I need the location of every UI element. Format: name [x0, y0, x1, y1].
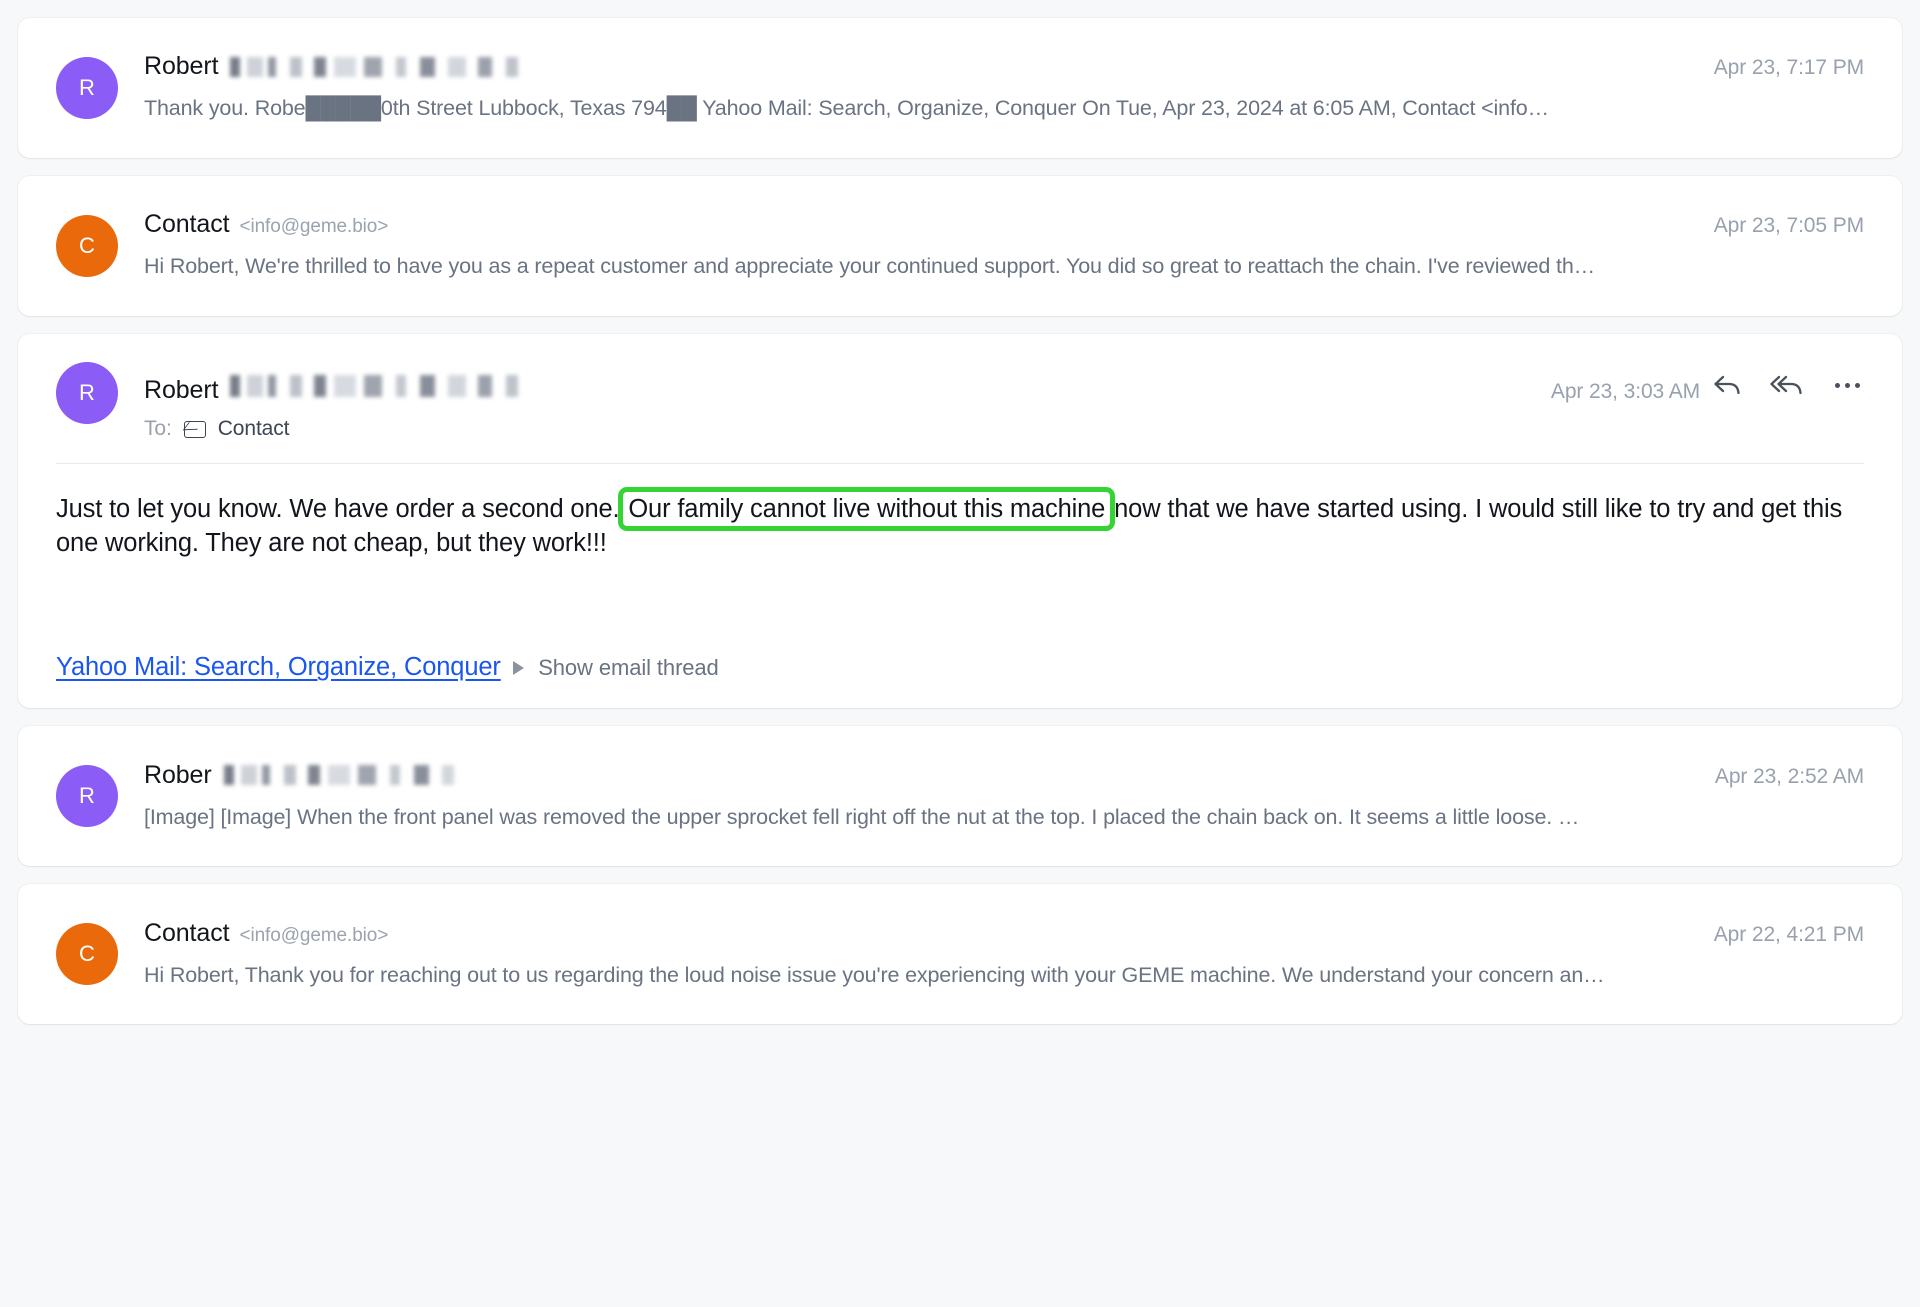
reply-all-icon[interactable]	[1770, 368, 1804, 402]
recipient-name: Contact	[217, 417, 290, 440]
email-message-collapsed[interactable]: R Robert Apr 23, 7:17 PM Thank you. Robe…	[18, 18, 1902, 158]
yahoo-mail-link[interactable]: Yahoo Mail: Search, Organize, Conquer	[56, 653, 501, 682]
highlighted-phrase: Our family cannot live without this mach…	[618, 487, 1116, 531]
sender-name: Contact	[144, 210, 230, 239]
email-message-expanded: R Robert Apr 23, 3:03 AM To: Contact Jus…	[18, 334, 1902, 709]
avatar: R	[56, 362, 118, 424]
envelope-icon	[183, 420, 206, 438]
email-message-collapsed[interactable]: R Rober Apr 23, 2:52 AM [Image] [Image] …	[18, 726, 1902, 867]
recipient-line: To: Contact	[144, 417, 1864, 441]
message-header-row: Robert Apr 23, 7:17 PM	[144, 52, 1864, 81]
show-email-thread-toggle[interactable]: Show email thread	[513, 655, 719, 681]
to-label: To:	[144, 417, 172, 440]
sender-email: <info@geme.bio>	[239, 924, 389, 946]
avatar: R	[56, 57, 118, 119]
sender-name: Robert	[144, 376, 219, 404]
message-body: Just to let you know. We have order a se…	[56, 464, 1864, 560]
expanded-sender-block: Robert Apr 23, 3:03 AM To: Contact	[144, 362, 1864, 441]
message-timestamp: Apr 23, 7:05 PM	[1713, 214, 1864, 238]
more-options-icon[interactable]	[1830, 368, 1864, 402]
reply-icon[interactable]	[1710, 368, 1744, 402]
sender-name: Robert	[144, 52, 219, 81]
message-summary: Rober Apr 23, 2:52 AM [Image] [Image] Wh…	[144, 761, 1864, 832]
sender-name: Rober	[144, 760, 212, 789]
avatar: C	[56, 923, 118, 986]
message-timestamp: Apr 23, 2:52 AM	[1714, 764, 1864, 788]
message-summary: Contact <info@geme.bio> Apr 23, 7:05 PM …	[144, 210, 1864, 281]
avatar: R	[56, 765, 118, 828]
message-actions	[1710, 366, 1864, 402]
redacted-sender-detail	[230, 56, 521, 77]
message-timestamp: Apr 23, 3:03 AM	[1550, 380, 1700, 403]
show-email-thread-label: Show email thread	[538, 655, 719, 681]
message-preview: Hi Robert, We're thrilled to have you as…	[144, 254, 1596, 279]
sender-name: Contact	[144, 918, 230, 947]
message-summary: Contact <info@geme.bio> Apr 22, 4:21 PM …	[144, 919, 1864, 990]
body-text-before-highlight: Just to let you know. We have order a se…	[56, 495, 627, 523]
message-timestamp: Apr 23, 7:17 PM	[1713, 56, 1864, 80]
message-header-row: Contact <info@geme.bio> Apr 22, 4:21 PM	[144, 919, 1864, 948]
message-timestamp: Apr 22, 4:21 PM	[1713, 922, 1864, 946]
message-preview: Hi Robert, Thank you for reaching out to…	[144, 962, 1605, 987]
message-header-row: Rober Apr 23, 2:52 AM	[144, 761, 1864, 790]
email-thread-list: R Robert Apr 23, 7:17 PM Thank you. Robe…	[0, 0, 1920, 1307]
message-preview: [Image] [Image] When the front panel was…	[144, 804, 1580, 829]
message-header-row: Contact <info@geme.bio> Apr 23, 7:05 PM	[144, 210, 1864, 239]
expanded-message-header: R Robert Apr 23, 3:03 AM To: Contact	[56, 362, 1864, 441]
avatar: C	[56, 215, 118, 277]
redacted-sender-detail	[223, 765, 454, 786]
email-message-collapsed[interactable]: C Contact <info@geme.bio> Apr 22, 4:21 P…	[18, 884, 1902, 1025]
redacted-sender-detail	[230, 374, 531, 397]
email-message-collapsed[interactable]: C Contact <info@geme.bio> Apr 23, 7:05 P…	[18, 176, 1902, 316]
message-summary: Robert Apr 23, 7:17 PM Thank you. Robe██…	[144, 52, 1864, 123]
message-header-row: Robert Apr 23, 3:03 AM	[144, 366, 1864, 405]
sender-email: <info@geme.bio>	[239, 216, 389, 238]
message-preview: Thank you. Robe█████0th Street Lubbock, …	[144, 96, 1549, 121]
chevron-right-icon	[513, 661, 525, 676]
